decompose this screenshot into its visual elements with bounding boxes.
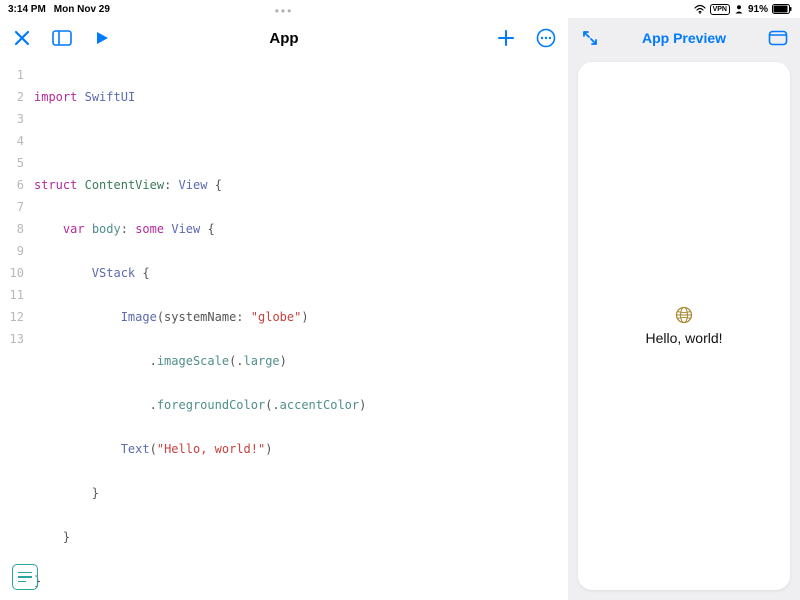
line-number: 7 bbox=[0, 196, 24, 218]
vpn-badge: VPN bbox=[710, 4, 730, 15]
preview-canvas[interactable]: Hello, world! bbox=[578, 62, 790, 590]
status-bar-left: 3:14 PM Mon Nov 29 bbox=[8, 4, 110, 15]
grabber-icon[interactable]: ••• bbox=[275, 4, 294, 18]
wifi-icon bbox=[694, 4, 706, 14]
line-number: 12 bbox=[0, 306, 24, 328]
line-number: 11 bbox=[0, 284, 24, 306]
line-number: 10 bbox=[0, 262, 24, 284]
battery-icon bbox=[772, 4, 792, 14]
close-button[interactable] bbox=[10, 26, 34, 50]
run-button[interactable] bbox=[90, 26, 114, 50]
sidebar-toggle-button[interactable] bbox=[50, 26, 74, 50]
preview-pane: App Preview Hello, world! bbox=[568, 18, 800, 600]
notes-button[interactable] bbox=[12, 564, 38, 590]
line-number: 13 bbox=[0, 328, 24, 350]
globe-icon bbox=[675, 306, 693, 324]
editor-toolbar: ••• App bbox=[0, 18, 568, 58]
user-icon bbox=[734, 4, 744, 14]
window-button[interactable] bbox=[766, 26, 790, 50]
line-number: 9 bbox=[0, 240, 24, 262]
status-time: 3:14 PM bbox=[8, 4, 46, 15]
line-number: 3 bbox=[0, 108, 24, 130]
main-area: ••• App bbox=[0, 18, 800, 600]
status-bar: 3:14 PM Mon Nov 29 VPN 91% bbox=[0, 0, 800, 18]
line-number: 1 bbox=[0, 64, 24, 86]
line-number: 4 bbox=[0, 130, 24, 152]
status-date: Mon Nov 29 bbox=[54, 4, 110, 15]
preview-text: Hello, world! bbox=[645, 330, 722, 346]
preview-toolbar: App Preview bbox=[568, 18, 800, 58]
expand-button[interactable] bbox=[578, 26, 602, 50]
line-number: 6 bbox=[0, 174, 24, 196]
line-number: 2 bbox=[0, 86, 24, 108]
more-button[interactable] bbox=[534, 26, 558, 50]
code-content[interactable]: import SwiftUI struct ContentView: View … bbox=[34, 64, 568, 600]
status-bar-right: VPN 91% bbox=[694, 4, 792, 15]
notes-icon bbox=[12, 564, 38, 590]
line-number: 5 bbox=[0, 152, 24, 174]
editor-pane: ••• App bbox=[0, 18, 568, 600]
add-button[interactable] bbox=[494, 26, 518, 50]
line-number: 8 bbox=[0, 218, 24, 240]
battery-percent: 91% bbox=[748, 4, 768, 15]
code-editor[interactable]: 1 2 3 4 5 6 7 8 9 10 11 12 13 import Swi… bbox=[0, 58, 568, 600]
line-gutter: 1 2 3 4 5 6 7 8 9 10 11 12 13 bbox=[0, 64, 34, 600]
